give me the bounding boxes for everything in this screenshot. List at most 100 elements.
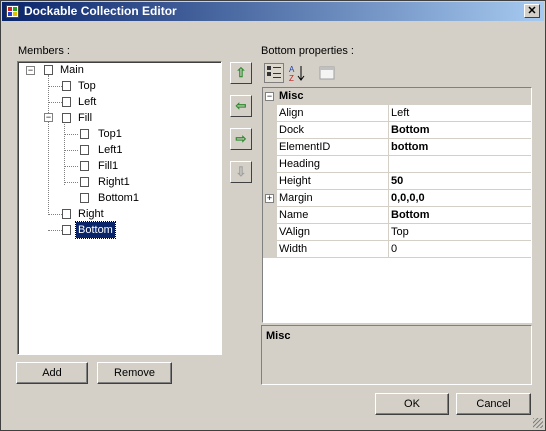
property-row-valign[interactable]: VAlign Top: [263, 224, 531, 241]
row-gutter: [263, 224, 277, 241]
tree-connector: [64, 182, 78, 183]
members-tree[interactable]: − − Main Top Left Fill Top1 Left1 Fill1: [17, 61, 222, 355]
property-value[interactable]: 0,0,0,0: [391, 192, 425, 204]
tree-item-label: Right: [78, 208, 104, 220]
property-description-panel: Misc: [261, 325, 532, 385]
category-label: Misc: [279, 90, 304, 102]
property-value[interactable]: Bottom: [391, 124, 430, 136]
tree-item-label: Top: [78, 80, 96, 92]
property-name: Heading: [279, 158, 320, 170]
property-pages-icon: [319, 66, 335, 80]
tree-item-label: Top1: [98, 128, 122, 140]
tree-item-label: Bottom: [75, 221, 116, 239]
property-row-elementid[interactable]: ElementID bottom: [263, 139, 531, 156]
tree-item-label: Fill1: [98, 160, 119, 172]
dock-fill-icon: [62, 113, 71, 123]
row-gutter: [263, 156, 277, 173]
property-row-width[interactable]: Width 0: [263, 241, 531, 258]
column-divider: [388, 207, 389, 224]
tree-connector: [64, 166, 78, 167]
move-out-button[interactable]: ⇦: [230, 95, 252, 117]
property-name: Height: [279, 175, 311, 187]
property-name: Width: [279, 243, 308, 255]
collapse-category-icon[interactable]: −: [265, 92, 274, 101]
property-value[interactable]: 50: [391, 175, 403, 187]
property-row-height[interactable]: Height 50: [263, 173, 531, 190]
row-gutter: [263, 122, 277, 139]
app-icon: [6, 5, 19, 18]
tree-connector: [64, 134, 78, 135]
dock-right-icon: [80, 177, 89, 187]
property-row-align[interactable]: Align Left: [263, 105, 531, 122]
resize-grip[interactable]: [533, 418, 543, 428]
arrow-right-icon: ⇨: [235, 131, 247, 146]
row-gutter: [263, 139, 277, 156]
dock-top-icon: [62, 81, 71, 91]
tree-connector: [48, 75, 49, 215]
tree-item-label: Main: [60, 64, 84, 76]
add-button[interactable]: Add: [16, 362, 88, 384]
alphabetical-view-button[interactable]: A Z: [287, 63, 307, 83]
row-gutter: [263, 241, 277, 258]
tree-item-label: Right1: [98, 176, 130, 188]
column-divider: [388, 122, 389, 139]
tree-collapse-toggle-main[interactable]: −: [26, 66, 35, 75]
property-row-margin[interactable]: + Margin 0,0,0,0: [263, 190, 531, 207]
property-value[interactable]: Left: [391, 107, 409, 119]
move-down-button[interactable]: ⇩: [230, 161, 252, 183]
remove-button[interactable]: Remove: [97, 362, 172, 384]
property-name: ElementID: [279, 141, 331, 153]
tree-item-label: Left: [78, 96, 97, 108]
property-name: Align: [279, 107, 304, 119]
move-in-button[interactable]: ⇨: [230, 128, 252, 150]
property-value[interactable]: 0: [391, 243, 397, 255]
svg-text:A: A: [289, 65, 295, 74]
dockable-collection-editor-window: Dockable Collection Editor ✕ Members : −…: [0, 0, 546, 431]
expand-property-icon[interactable]: +: [265, 194, 274, 203]
move-up-button[interactable]: ⇧: [230, 62, 252, 84]
arrow-down-icon: ⇩: [235, 164, 247, 179]
category-row-misc[interactable]: − Misc: [263, 88, 531, 105]
properties-label: Bottom properties :: [261, 45, 354, 57]
property-row-name[interactable]: Name Bottom: [263, 207, 531, 224]
column-divider: [388, 139, 389, 156]
categorized-view-button[interactable]: [264, 63, 284, 83]
dock-fill-icon: [80, 161, 89, 171]
property-row-dock[interactable]: Dock Bottom: [263, 122, 531, 139]
arrow-up-icon: ⇧: [235, 65, 247, 80]
column-divider: [388, 190, 389, 207]
svg-text:Z: Z: [289, 74, 294, 82]
row-gutter: [263, 173, 277, 190]
property-name: Margin: [279, 192, 313, 204]
property-grid[interactable]: − Misc Align Left Dock Bottom ElementID …: [262, 87, 532, 323]
dock-left-icon: [62, 97, 71, 107]
dock-node-icon: [44, 65, 53, 75]
property-value[interactable]: bottom: [391, 141, 428, 153]
row-gutter: +: [263, 190, 277, 207]
categorized-icon: [267, 66, 281, 78]
members-label: Members :: [18, 45, 70, 57]
close-button[interactable]: ✕: [524, 4, 540, 18]
property-value[interactable]: Bottom: [391, 209, 430, 221]
property-name: Dock: [279, 124, 305, 136]
column-divider: [388, 156, 389, 173]
close-icon: ✕: [527, 5, 537, 17]
column-divider: [388, 224, 389, 241]
property-name: VAlign: [279, 226, 310, 238]
arrow-left-icon: ⇦: [235, 98, 247, 113]
column-divider: [388, 105, 389, 122]
tree-collapse-toggle-fill[interactable]: −: [44, 113, 53, 122]
row-gutter: [263, 207, 277, 224]
column-divider: [388, 241, 389, 258]
cancel-button[interactable]: Cancel: [456, 393, 531, 415]
window-title: Dockable Collection Editor: [24, 4, 177, 18]
property-row-heading[interactable]: Heading: [263, 156, 531, 173]
tree-item-label: Left1: [98, 144, 123, 156]
property-pages-button[interactable]: [317, 63, 337, 83]
ok-button[interactable]: OK: [375, 393, 449, 415]
row-gutter: [263, 105, 277, 122]
tree-item-label: Bottom1: [98, 192, 139, 204]
property-name: Name: [279, 209, 309, 221]
property-value[interactable]: Top: [391, 226, 409, 238]
title-bar[interactable]: Dockable Collection Editor ✕: [2, 2, 544, 21]
